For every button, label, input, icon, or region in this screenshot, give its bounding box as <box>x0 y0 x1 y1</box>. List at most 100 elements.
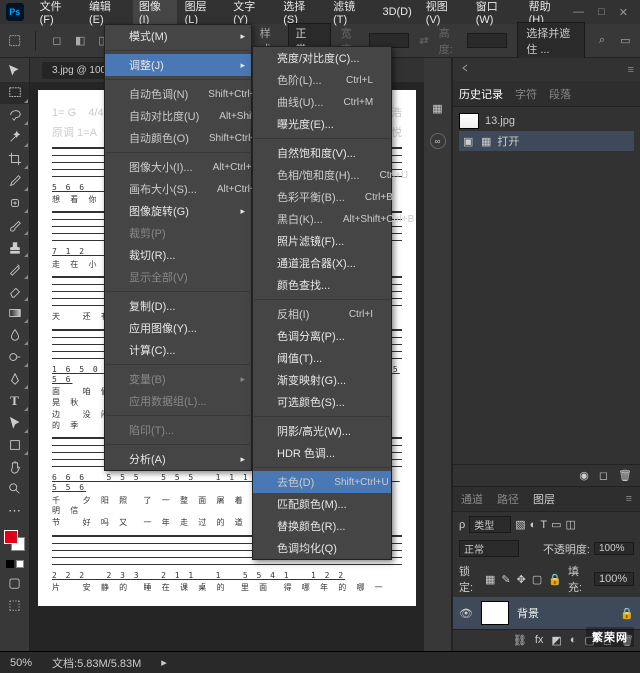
eraser-tool[interactable] <box>0 280 29 302</box>
link-layers-icon[interactable]: ⛓ <box>513 634 527 647</box>
screenmode-tool[interactable]: ⬚ <box>0 594 29 616</box>
layer-filter-select[interactable]: 类型 <box>469 516 511 533</box>
layer-row-background[interactable]: 👁 背景 🔒 <box>453 597 640 629</box>
menu-shadows[interactable]: 阴影/高光(W)... <box>253 420 391 442</box>
paragraph-tab[interactable]: 段落 <box>549 86 571 102</box>
menu-auto-tone[interactable]: 自动色调(N)Shift+Ctrl+L <box>105 83 251 105</box>
filter-shape-icon[interactable]: ▭ <box>551 518 561 531</box>
history-step[interactable]: ▣▦打开 <box>459 131 634 151</box>
cc-panel-icon[interactable]: ∞ <box>430 133 446 149</box>
magic-wand-tool[interactable] <box>0 126 29 148</box>
delete-icon[interactable]: 🗑 <box>618 469 632 482</box>
menu-file[interactable]: 文件(F) <box>34 0 81 29</box>
stamp-tool[interactable] <box>0 236 29 258</box>
paths-tab[interactable]: 路径 <box>497 491 519 507</box>
new-doc-icon[interactable]: ◻ <box>599 469 608 482</box>
filter-img-icon[interactable]: ▧ <box>515 518 525 531</box>
menu-adjustments[interactable]: 调整(J) <box>105 54 251 76</box>
dodge-tool[interactable] <box>0 346 29 368</box>
history-source[interactable]: 13.jpg <box>459 111 634 131</box>
menu-equalize[interactable]: 色调均化(Q) <box>253 537 391 559</box>
menu-auto-color[interactable]: 自动颜色(O)Shift+Ctrl+B <box>105 127 251 149</box>
height-input[interactable] <box>467 33 507 48</box>
menu-hdr-toning[interactable]: HDR 色调... <box>253 442 391 464</box>
path-select-tool[interactable] <box>0 412 29 434</box>
visibility-icon[interactable]: 👁 <box>459 607 473 620</box>
layer-name[interactable]: 背景 <box>517 605 539 621</box>
close-button[interactable]: ✕ <box>619 6 628 19</box>
panel-collapse-icon[interactable] <box>459 62 471 77</box>
lock-all-icon[interactable]: 🔒 <box>548 573 562 586</box>
menu-image-size[interactable]: 图像大小(I)...Alt+Ctrl+I <box>105 156 251 178</box>
menu-analysis[interactable]: 分析(A) <box>105 448 251 470</box>
layers-menu-icon[interactable]: ≡ <box>626 493 632 505</box>
mask-icon[interactable]: ◩ <box>551 634 561 647</box>
history-brush-tool[interactable] <box>0 258 29 280</box>
menu-image-rotation[interactable]: 图像旋转(G) <box>105 200 251 222</box>
menu-brightness[interactable]: 亮度/对比度(C)... <box>253 47 391 69</box>
menu-invert[interactable]: 反相(I)Ctrl+I <box>253 303 391 325</box>
quickmask-tool[interactable]: ▢ <box>0 572 29 594</box>
menu-canvas-size[interactable]: 画布大小(S)...Alt+Ctrl+C <box>105 178 251 200</box>
menu-color-lookup[interactable]: 颜色查找... <box>253 274 391 296</box>
zoom-level[interactable]: 50% <box>10 657 32 669</box>
menu-photo-filter[interactable]: 照片滤镜(F)... <box>253 230 391 252</box>
selection-new-icon[interactable]: ◻ <box>50 32 63 50</box>
color-swatches[interactable] <box>0 528 29 556</box>
lock-trans-icon[interactable]: ▦ <box>485 573 495 586</box>
opacity-input[interactable]: 100% <box>594 542 634 555</box>
select-mask-button[interactable]: 选择并遮住 ... <box>517 22 585 60</box>
menu-mode[interactable]: 模式(M) <box>105 25 251 47</box>
search-icon[interactable]: ⌕ <box>595 32 608 50</box>
menu-hue[interactable]: 色相/饱和度(H)...Ctrl+U <box>253 164 391 186</box>
shape-tool[interactable] <box>0 434 29 456</box>
eyedropper-tool[interactable] <box>0 170 29 192</box>
healing-tool[interactable] <box>0 192 29 214</box>
layers-tab[interactable]: 图层 <box>533 491 555 507</box>
selection-add-icon[interactable]: ◧ <box>74 32 87 50</box>
menu-match-color[interactable]: 匹配颜色(M)... <box>253 493 391 515</box>
lock-paint-icon[interactable]: ✎ <box>501 573 510 586</box>
menu-replace-color[interactable]: 替换颜色(R)... <box>253 515 391 537</box>
adjustment-icon[interactable]: ◐ <box>570 634 577 647</box>
menu-posterize[interactable]: 色调分离(P)... <box>253 325 391 347</box>
panel-menu-icon[interactable]: ≡ <box>628 64 634 76</box>
layer-thumbnail[interactable] <box>481 601 509 625</box>
marquee-tool[interactable] <box>0 82 29 104</box>
extra-tool[interactable]: ⋯ <box>0 500 29 522</box>
menu-color-balance[interactable]: 色彩平衡(B)...Ctrl+B <box>253 186 391 208</box>
filter-smart-icon[interactable]: ◫ <box>565 518 575 531</box>
lock-pos-icon[interactable]: ✥ <box>517 573 526 586</box>
foreground-color[interactable] <box>4 530 18 544</box>
menu-selective-color[interactable]: 可选颜色(S)... <box>253 391 391 413</box>
menu-duplicate[interactable]: 复制(D)... <box>105 295 251 317</box>
menu-desaturate[interactable]: 去色(D)Shift+Ctrl+U <box>253 471 391 493</box>
menu-vibrance[interactable]: 自然饱和度(V)... <box>253 142 391 164</box>
lasso-tool[interactable] <box>0 104 29 126</box>
blur-tool[interactable] <box>0 324 29 346</box>
menu-threshold[interactable]: 阈值(T)... <box>253 347 391 369</box>
brush-tool[interactable] <box>0 214 29 236</box>
filter-type-icon[interactable]: T <box>540 519 547 531</box>
menu-levels[interactable]: 色阶(L)...Ctrl+L <box>253 69 391 91</box>
menu-curves[interactable]: 曲线(U)...Ctrl+M <box>253 91 391 113</box>
blend-mode-select[interactable]: 正常 <box>459 540 519 557</box>
menu-window[interactable]: 窗口(W) <box>470 0 521 29</box>
minimize-button[interactable]: — <box>573 6 584 19</box>
menu-exposure[interactable]: 曝光度(E)... <box>253 113 391 135</box>
filter-adj-icon[interactable]: ◐ <box>530 519 537 531</box>
menu-trim[interactable]: 裁切(R)... <box>105 244 251 266</box>
zoom-tool[interactable] <box>0 478 29 500</box>
history-tab[interactable]: 历史记录 <box>459 86 503 102</box>
move-tool[interactable] <box>0 60 29 82</box>
menu-calculations[interactable]: 计算(C)... <box>105 339 251 361</box>
doc-size[interactable]: 文档:5.83M/5.83M <box>52 655 141 671</box>
menu-apply-image[interactable]: 应用图像(Y)... <box>105 317 251 339</box>
fill-input[interactable]: 100% <box>594 572 634 586</box>
menu-auto-contrast[interactable]: 自动对比度(U)Alt+Shift+Ctrl+L <box>105 105 251 127</box>
type-tool[interactable]: T <box>0 390 29 412</box>
fx-icon[interactable]: fx <box>535 634 544 647</box>
crop-tool[interactable] <box>0 148 29 170</box>
maximize-button[interactable]: □ <box>598 6 605 19</box>
character-tab[interactable]: 字符 <box>515 86 537 102</box>
